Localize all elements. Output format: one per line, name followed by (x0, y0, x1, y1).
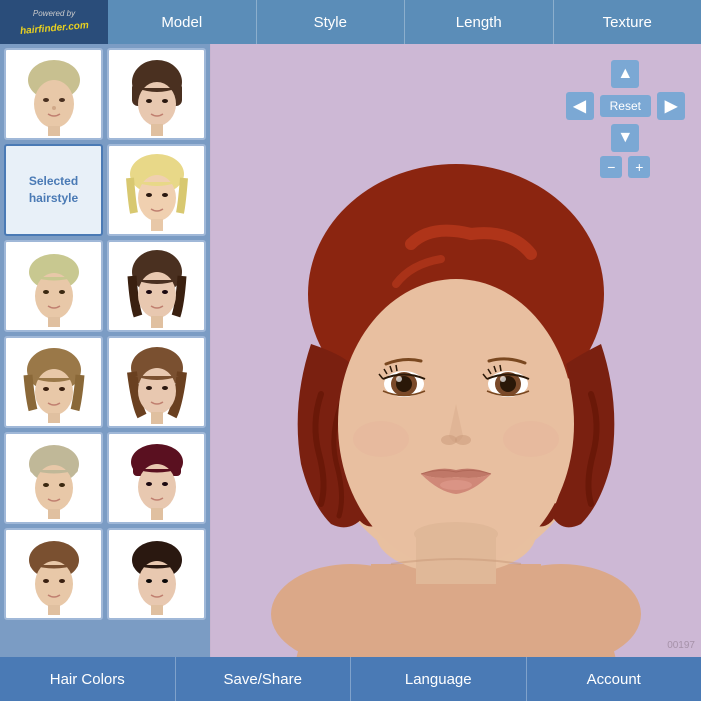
hairstyle-preview-10 (118, 436, 196, 520)
bottom-nav-hair-colors[interactable]: Hair Colors (0, 657, 176, 701)
hairstyle-item-11[interactable] (4, 528, 103, 620)
hairstyle-preview-5 (15, 244, 93, 328)
bottom-nav-account[interactable]: Account (527, 657, 701, 701)
hairstyle-preview-2 (118, 52, 196, 136)
hairstyle-item-1[interactable] (4, 48, 103, 140)
hairstyle-item-12[interactable] (107, 528, 206, 620)
zoom-out-button[interactable]: − (600, 156, 622, 178)
top-navigation: Powered by hairfinder.com Model Style Le… (0, 0, 701, 44)
top-nav-tabs: Model Style Length Texture (108, 0, 701, 44)
tab-texture[interactable]: Texture (554, 0, 701, 44)
controls-row-down: ▼ (611, 124, 639, 152)
hairstyle-preview-7 (15, 340, 93, 424)
left-panel: Selectedhairstyle (0, 44, 210, 657)
hairstyle-item-3-selected[interactable]: Selectedhairstyle (4, 144, 103, 236)
hairstyle-preview-11 (15, 532, 93, 616)
hairstyle-item-5[interactable] (4, 240, 103, 332)
logo-site-name: hairfinder.com (19, 20, 89, 37)
tab-style[interactable]: Style (257, 0, 406, 44)
logo: Powered by hairfinder.com (0, 0, 108, 44)
hairstyle-grid: Selectedhairstyle (4, 48, 206, 620)
hairstyle-item-2[interactable] (107, 48, 206, 140)
selected-hairstyle-label: Selectedhairstyle (25, 169, 82, 211)
bottom-nav-save-share[interactable]: Save/Share (176, 657, 352, 701)
move-down-button[interactable]: ▼ (611, 124, 639, 152)
controls-row-zoom: − + (600, 156, 650, 178)
hairstyle-item-7[interactable] (4, 336, 103, 428)
tab-length[interactable]: Length (405, 0, 554, 44)
hairstyle-preview-6 (118, 244, 196, 328)
hairstyle-preview-4 (118, 148, 196, 232)
right-panel: ▲ ◀ Reset ▶ ▼ − + 00197 (210, 44, 701, 657)
hairstyle-preview-9 (15, 436, 93, 520)
tab-model[interactable]: Model (108, 0, 257, 44)
hairstyle-item-6[interactable] (107, 240, 206, 332)
controls-row-up: ▲ (611, 60, 639, 88)
reset-button[interactable]: Reset (600, 95, 651, 117)
controls-panel: ▲ ◀ Reset ▶ ▼ − + (566, 60, 685, 178)
zoom-in-button[interactable]: + (628, 156, 650, 178)
move-up-button[interactable]: ▲ (611, 60, 639, 88)
move-right-button[interactable]: ▶ (657, 92, 685, 120)
bottom-nav-language[interactable]: Language (351, 657, 527, 701)
hairstyle-item-9[interactable] (4, 432, 103, 524)
controls-row-middle: ◀ Reset ▶ (566, 92, 685, 120)
hairstyle-preview-1 (15, 52, 93, 136)
hairstyle-item-4[interactable] (107, 144, 206, 236)
hairstyle-item-8[interactable] (107, 336, 206, 428)
main-content: Selectedhairstyle (0, 44, 701, 657)
move-left-button[interactable]: ◀ (566, 92, 594, 120)
hairstyle-preview-12 (118, 532, 196, 616)
hairstyle-preview-8 (118, 340, 196, 424)
watermark: 00197 (667, 640, 695, 651)
hairstyle-item-10[interactable] (107, 432, 206, 524)
bottom-navigation: Hair Colors Save/Share Language Account (0, 657, 701, 701)
logo-powered-by: Powered by (20, 9, 89, 18)
